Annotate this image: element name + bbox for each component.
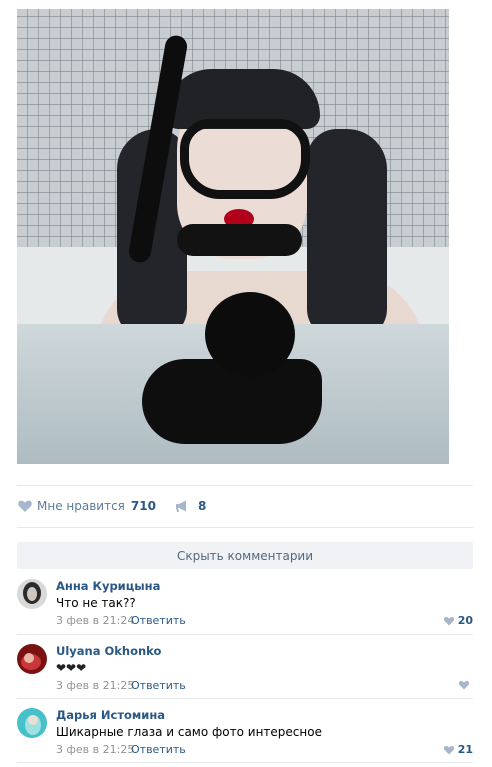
comment: Дарья Истомина Шикарные глаза и само фот… xyxy=(17,708,473,763)
comment-date[interactable]: 3 фев в 21:25 xyxy=(56,679,134,692)
comment: Анна Курицына Что не так?? 3 фев в 21:24… xyxy=(17,579,473,634)
share-button[interactable]: 8 xyxy=(174,498,206,514)
photo-mask xyxy=(180,119,310,199)
comment-like-button[interactable]: 21 xyxy=(443,743,473,756)
heart-icon xyxy=(458,680,470,690)
comment-like-count: 20 xyxy=(457,614,473,627)
hide-comments-button[interactable]: Скрыть комментарии xyxy=(17,542,473,569)
avatar[interactable] xyxy=(17,708,47,738)
reply-button[interactable]: Ответить xyxy=(131,679,186,692)
comment-text: ❤❤❤ xyxy=(56,661,87,675)
comment: Ulyana Okhonko ❤❤❤ 3 фев в 21:25 Ответит… xyxy=(17,644,473,699)
avatar[interactable] xyxy=(17,579,47,609)
reply-button[interactable]: Ответить xyxy=(131,743,186,756)
comment-like-count: 21 xyxy=(457,743,473,756)
like-button[interactable]: Мне нравится 710 xyxy=(17,498,156,514)
heart-icon xyxy=(18,500,32,512)
comment-text: Что не так?? xyxy=(56,596,136,610)
post-actions: Мне нравится 710 8 xyxy=(17,495,206,517)
like-label: Мне нравится xyxy=(37,499,125,513)
comment-date[interactable]: 3 фев в 21:25 xyxy=(56,743,134,756)
comment-author[interactable]: Ulyana Okhonko xyxy=(56,644,161,658)
divider xyxy=(17,698,473,699)
photo-mouthpiece xyxy=(177,224,302,256)
divider xyxy=(17,527,473,528)
photo-duck-head xyxy=(205,292,295,377)
avatar-image xyxy=(17,579,47,609)
comment-like-button[interactable]: 20 xyxy=(443,614,473,627)
avatar[interactable] xyxy=(17,644,47,674)
like-count: 710 xyxy=(130,499,156,513)
photo-hair-right xyxy=(307,129,387,339)
comment-date[interactable]: 3 фев в 21:24 xyxy=(56,614,134,627)
heart-icon xyxy=(443,616,454,625)
comment-text: Шикарные глаза и само фото интересное xyxy=(56,725,322,739)
avatar-image xyxy=(17,708,47,738)
comment-author[interactable]: Дарья Истомина xyxy=(56,708,165,722)
divider xyxy=(17,762,473,763)
avatar-image xyxy=(17,644,47,674)
reply-button[interactable]: Ответить xyxy=(131,614,186,627)
comment-like-button[interactable] xyxy=(458,679,473,691)
share-count: 8 xyxy=(197,499,207,513)
divider xyxy=(17,634,473,635)
comment-author[interactable]: Анна Курицына xyxy=(56,579,160,593)
megaphone-icon xyxy=(175,500,186,512)
divider xyxy=(17,485,473,486)
heart-icon xyxy=(443,745,454,754)
post-photo[interactable] xyxy=(17,9,449,464)
